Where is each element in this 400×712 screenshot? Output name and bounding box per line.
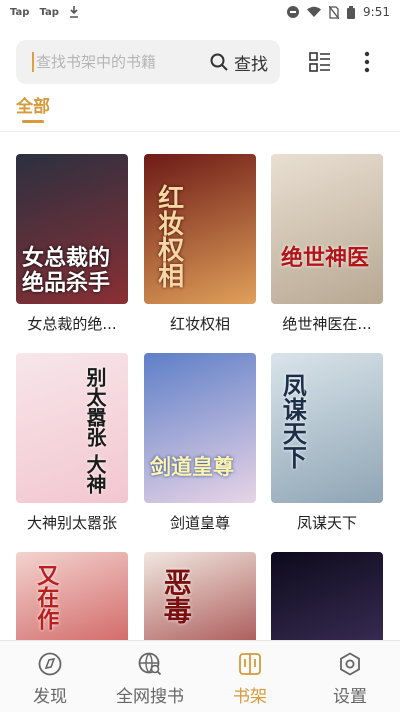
search-icon [210,53,228,71]
cover-title-text: 恶毒 [159,568,193,624]
wifi-icon [307,6,322,17]
book-item[interactable]: 绝世神医绝世神医在... [271,154,383,334]
book-title: 凤谋天下 [296,514,357,532]
status-bar: Tap Tap 9:51 [0,0,400,24]
compass-icon [38,652,62,676]
cover-title-text: 凤谋天下 [278,373,308,469]
battery-icon [347,5,356,19]
book-cover[interactable]: 女总裁的绝品杀手 [16,154,128,304]
cover-title-text: 红妆权相 [153,184,184,288]
book-title: 绝世神医在... [282,315,372,333]
book-cover[interactable]: 别太嚣张 大神 [16,353,128,503]
bottom-nav: 发现 全网搜书 书架 设置 [0,640,400,712]
nav-bookshelf[interactable]: 书架 [200,641,300,712]
status-app-label-1: Tap [10,6,30,18]
cover-title-text: 绝世神医 [281,245,370,271]
book-cover[interactable]: 剑道皇尊 [144,353,256,503]
no-sim-icon [329,5,340,19]
download-icon [69,6,78,18]
tab-all[interactable]: 全部 [16,92,50,117]
cover-title-text: 女总裁的绝品杀手 [22,245,111,297]
book-cover[interactable]: 绝世神医 [271,154,383,304]
search-button-label: 查找 [234,54,268,75]
gear-icon [340,652,360,676]
book-cover[interactable]: 凤谋天下 [271,353,383,503]
tab-divider [0,131,400,132]
nav-bookshelf-label: 书架 [233,687,267,707]
bookshelf-icon [239,653,261,675]
book-title: 红妆权相 [169,315,230,333]
globe-search-icon [138,652,162,676]
book-item[interactable]: 别太嚣张 大神大神别太嚣张 [16,353,128,533]
cover-title-text: 剑道皇尊 [150,454,234,479]
list-layout-icon [309,52,330,72]
more-options-button[interactable] [353,48,381,76]
search-input[interactable] [36,53,196,71]
status-time: 9:51 [363,5,390,19]
tab-active-indicator [22,120,44,123]
book-title: 剑道皇尊 [169,514,230,532]
status-right: 9:51 [287,5,390,19]
more-vertical-icon [364,51,370,73]
cover-title-text: 又在作 [33,564,60,630]
nav-settings[interactable]: 设置 [300,641,400,712]
book-title: 女总裁的绝... [27,315,117,333]
cover-title-text: 别太嚣张 大神 [83,367,107,494]
status-app-label-2: Tap [39,6,59,18]
layout-toggle-button[interactable] [306,48,334,76]
book-item[interactable]: 凤谋天下 凤谋天下 [271,353,383,533]
nav-web-search[interactable]: 全网搜书 [100,641,200,712]
nav-settings-label: 设置 [333,687,367,707]
search-button[interactable]: 查找 [210,50,268,75]
text-cursor [32,52,34,72]
book-item[interactable]: 女总裁的绝品杀手女总裁的绝... [16,154,128,334]
book-item[interactable]: 剑道皇尊 剑道皇尊 [144,353,256,533]
book-cover[interactable]: 红妆权相 [144,154,256,304]
do-not-disturb-icon [287,6,300,18]
nav-discover-label: 发现 [33,687,67,707]
book-item[interactable]: 红妆权相 红妆权相 [144,154,256,334]
search-box[interactable]: 查找 [16,40,280,84]
nav-discover[interactable]: 发现 [0,641,100,712]
book-title: 大神别太嚣张 [26,514,117,532]
nav-web-search-label: 全网搜书 [116,687,184,707]
status-left: Tap Tap [10,6,79,18]
